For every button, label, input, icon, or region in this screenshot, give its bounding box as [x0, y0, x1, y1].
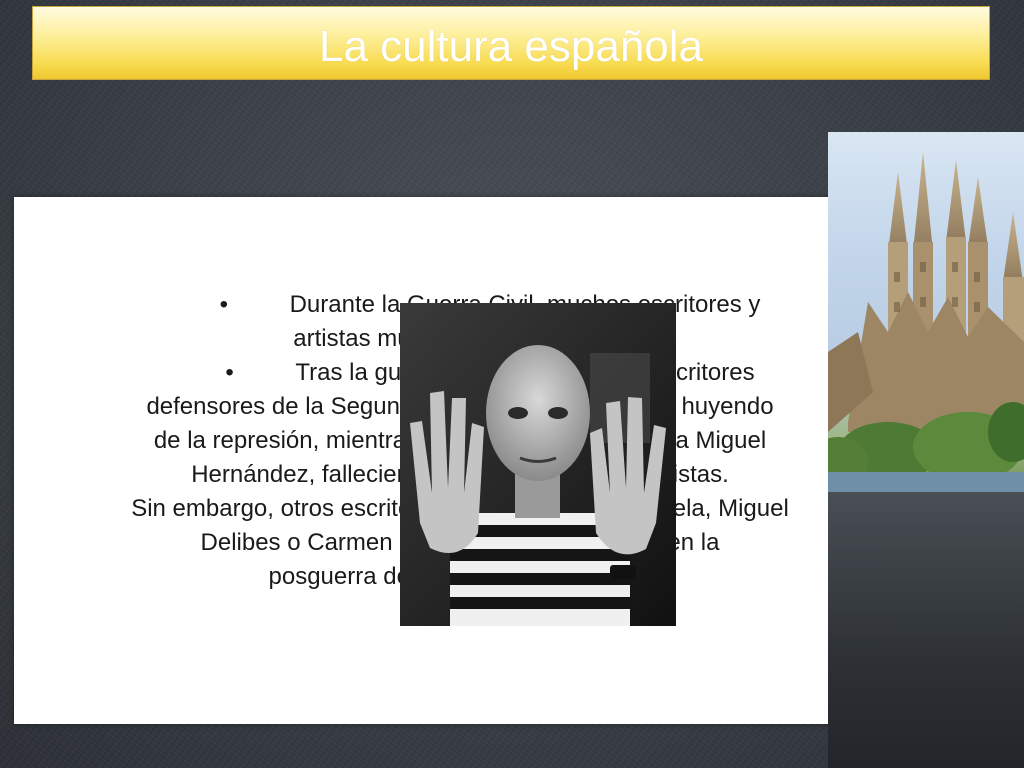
sagrada-familia-photo: [828, 132, 1024, 492]
cathedral-illustration: [828, 152, 1024, 492]
bullet-marker: •: [225, 359, 234, 386]
slide-title: La cultura española: [318, 22, 704, 71]
cathedral-reflection: [828, 492, 1024, 768]
portrait-photo: [400, 303, 676, 626]
bullet-marker: •: [219, 291, 228, 318]
title-banner: La cultura española: [32, 6, 990, 80]
portrait-illustration: [400, 303, 676, 626]
